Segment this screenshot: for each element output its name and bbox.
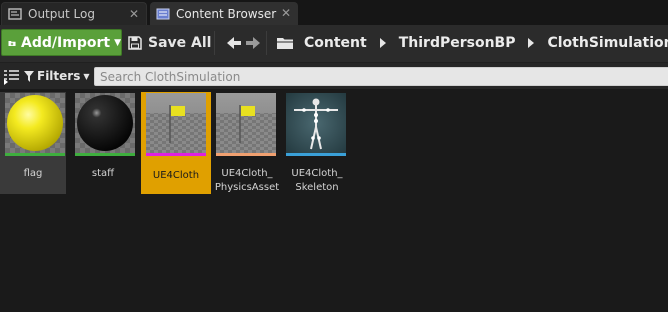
filters-dropdown[interactable]: Filters ▼ (24, 67, 90, 85)
tab-strip: Output Log ✕ Content Browser ✕ (0, 0, 668, 25)
forward-arrow-icon[interactable] (244, 34, 262, 52)
filters-label: Filters (37, 69, 81, 83)
asset-type-bar (75, 153, 135, 156)
folder-icon[interactable] (276, 36, 294, 50)
toolbar-divider (214, 31, 215, 55)
asset-grid: flag staff UE4Cloth UE4Cloth_ PhysicsAss… (0, 89, 668, 312)
filter-bar: Filters ▼ (0, 63, 668, 89)
chevron-right-icon[interactable] (527, 37, 535, 48)
breadcrumb-content[interactable]: Content (304, 35, 367, 51)
back-arrow-icon[interactable] (225, 34, 243, 52)
search-input[interactable] (94, 67, 668, 86)
sources-panel-toggle-icon[interactable] (3, 67, 20, 85)
asset-type-bar (286, 153, 346, 156)
content-browser-icon (156, 7, 170, 21)
sphere-icon (75, 93, 135, 153)
breadcrumb: Content ThirdPersonBP ClothSimulation (276, 29, 668, 56)
chevron-down-icon: ▼ (83, 71, 90, 81)
toolbar-divider (266, 31, 267, 55)
close-icon[interactable]: ✕ (129, 7, 139, 21)
material-thumbnail (5, 93, 65, 153)
breadcrumb-clothsimulation[interactable]: ClothSimulation (547, 35, 668, 51)
tab-content-browser[interactable]: Content Browser ✕ (150, 2, 298, 25)
content-browser-toolbar: Add/Import ▼ Save All Content ThirdPerso… (0, 25, 668, 63)
filter-icon (24, 70, 34, 82)
save-all-label: Save All (148, 34, 212, 51)
flag-icon (146, 93, 206, 153)
output-log-icon (8, 7, 22, 21)
asset-tile-ue4cloth-skeleton[interactable]: UE4Cloth_ Skeleton (281, 92, 353, 194)
close-icon[interactable]: ✕ (281, 6, 291, 20)
add-folder-icon (8, 40, 16, 46)
add-import-button[interactable]: Add/Import ▼ (1, 29, 122, 56)
tab-label: Output Log (28, 7, 95, 21)
asset-label: staff (91, 168, 115, 179)
asset-tile-ue4cloth[interactable]: UE4Cloth (141, 92, 211, 194)
save-all-button[interactable]: Save All (128, 29, 211, 56)
breadcrumb-thirdpersonbp[interactable]: ThirdPersonBP (399, 35, 516, 51)
skeletal-mesh-thumbnail (146, 93, 206, 153)
asset-type-bar (216, 153, 276, 156)
tab-label: Content Browser (176, 6, 277, 21)
asset-label: UE4Cloth_ PhysicsAsset (214, 168, 280, 193)
asset-label: UE4Cloth (152, 170, 200, 181)
asset-tile-staff[interactable]: staff (70, 92, 136, 194)
asset-label: UE4Cloth_ Skeleton (291, 168, 343, 193)
skeleton-thumbnail (286, 93, 346, 153)
asset-tile-flag[interactable]: flag (0, 92, 66, 194)
chevron-down-icon: ▼ (114, 37, 121, 48)
flag-icon (216, 93, 276, 153)
asset-tile-ue4cloth-physicsasset[interactable]: UE4Cloth_ PhysicsAsset (211, 92, 283, 194)
skeleton-icon (286, 93, 346, 153)
physics-asset-thumbnail (216, 93, 276, 153)
add-import-label: Add/Import (21, 34, 111, 51)
tab-output-log[interactable]: Output Log ✕ (1, 2, 147, 25)
save-icon (128, 35, 142, 50)
sphere-icon (5, 93, 65, 153)
asset-type-bar (5, 153, 65, 156)
material-thumbnail (75, 93, 135, 153)
asset-type-bar (146, 153, 206, 156)
chevron-right-icon[interactable] (379, 37, 387, 48)
asset-label: flag (23, 168, 43, 179)
